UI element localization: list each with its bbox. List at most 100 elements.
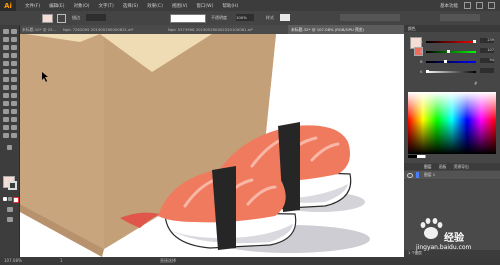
lasso-icon[interactable] (11, 37, 17, 42)
g-slider[interactable] (426, 50, 476, 53)
scale-icon[interactable] (11, 77, 17, 82)
magic-wand-icon[interactable] (3, 37, 9, 42)
curvature-icon[interactable] (11, 45, 17, 50)
pencil-icon[interactable] (3, 69, 9, 74)
g-value[interactable]: 107 (480, 48, 494, 53)
doc-tab[interactable]: Npic 5373998 201905290002520100081.ai* (165, 25, 291, 34)
tab-artboards[interactable]: 画板 (439, 164, 447, 169)
gradient-icon[interactable] (11, 101, 17, 106)
artboard-canvas[interactable] (20, 34, 404, 257)
line-tool-icon[interactable] (11, 53, 17, 58)
menu-file[interactable]: 文件(F) (25, 3, 40, 9)
type-tool-icon[interactable] (3, 53, 9, 58)
r-slider[interactable] (426, 40, 476, 43)
shape-builder-icon[interactable] (3, 93, 9, 98)
stroke-label: 描边 (72, 15, 80, 20)
stroke-swatch[interactable] (57, 14, 66, 23)
perspective-icon[interactable] (11, 93, 17, 98)
close-icon[interactable] (488, 2, 495, 9)
stroke-weight-field[interactable] (86, 14, 106, 21)
layers-panel-header: 图层 画板 资源导出 (404, 163, 500, 170)
status-bar: 107.08% 1 直接选择 (0, 257, 500, 265)
app-logo: Ai (0, 0, 16, 11)
transform-button[interactable] (440, 14, 480, 21)
menu-effect[interactable]: 效果(C) (147, 3, 163, 9)
k-slider[interactable] (426, 70, 476, 73)
menu-window[interactable]: 窗口(W) (196, 3, 213, 9)
paintbrush-icon[interactable] (11, 61, 17, 66)
visibility-eye-icon[interactable] (407, 173, 413, 178)
brush-definition[interactable] (170, 14, 206, 23)
b-value[interactable]: 94 (480, 58, 494, 63)
color-spectrum[interactable] (408, 92, 496, 154)
screen-mode-icon[interactable] (7, 217, 13, 222)
sushi-artwork (20, 34, 370, 257)
width-tool-icon[interactable] (3, 85, 9, 90)
layer-name[interactable]: 图层 1 (424, 171, 435, 179)
style-swatch[interactable] (280, 14, 290, 21)
current-tool-readout: 直接选择 (160, 258, 176, 263)
opacity-label: 不透明度 (211, 15, 227, 20)
zoom-level[interactable]: 107.08% (4, 257, 22, 265)
doc-tab[interactable]: 未标题-10* @ 25... (19, 25, 63, 34)
layer-row[interactable]: 图层 1 (404, 171, 500, 179)
mesh-icon[interactable] (3, 101, 9, 106)
eyedropper-icon[interactable] (3, 109, 9, 114)
artboard-icon[interactable] (3, 125, 9, 130)
doc-tab[interactable]: Npic 7262095 201905290000831.ai* (60, 25, 168, 34)
menu-select[interactable]: 选择(S) (123, 3, 138, 9)
tab-layers[interactable]: 图层 (424, 164, 432, 169)
minimize-icon[interactable] (464, 2, 471, 9)
hex-label: # (474, 81, 478, 86)
blend-icon[interactable] (11, 109, 17, 114)
slice-icon[interactable] (11, 125, 17, 130)
workspace-switcher[interactable]: 基本功能 (440, 3, 458, 9)
draw-mode-icon[interactable] (7, 207, 13, 212)
hand-icon[interactable] (3, 133, 9, 138)
direct-selection-tool-icon[interactable] (11, 29, 17, 34)
baidu-watermark: 经验 jingyan.baidu.com (413, 209, 499, 257)
edit-toolbar-icon[interactable] (7, 145, 12, 150)
black-white-swatches[interactable] (408, 155, 496, 158)
rotate-icon[interactable] (3, 77, 9, 82)
eraser-icon[interactable] (11, 69, 17, 74)
color-panel-header[interactable]: 颜色 (404, 25, 500, 32)
k-value[interactable] (480, 68, 494, 73)
doc-tab-active[interactable]: 未标题-32* @ 107.08% (RGB/GPU 预览) (288, 25, 408, 34)
pen-tool-icon[interactable] (3, 45, 9, 50)
rectangle-tool-icon[interactable] (3, 61, 9, 66)
slider-label-k: K (420, 69, 423, 74)
gradient-mode-icon[interactable] (8, 197, 12, 201)
slider-label-g: G (420, 49, 423, 54)
menu-help[interactable]: 帮助(H) (222, 3, 238, 9)
control-bar: 描边 不透明度 100% 样式 (0, 11, 500, 29)
layer-color-chip (416, 172, 419, 178)
watermark-brand: 经验 (444, 233, 464, 244)
none-mode-icon[interactable] (13, 197, 19, 203)
align-buttons[interactable] (340, 14, 400, 21)
symbol-sprayer-icon[interactable] (3, 117, 9, 122)
free-transform-icon[interactable] (11, 85, 17, 90)
maximize-icon[interactable] (476, 2, 483, 9)
r-value[interactable]: 239 (480, 38, 494, 43)
stroke-color-icon[interactable] (8, 181, 17, 190)
tab-asset-export[interactable]: 资源导出 (454, 164, 469, 169)
artboard-number[interactable]: 1 (60, 257, 63, 265)
style-label: 样式 (266, 15, 274, 20)
selection-tool-icon[interactable] (3, 29, 9, 34)
menu-object[interactable]: 对象(O) (73, 3, 89, 9)
menu-edit[interactable]: 编辑(E) (49, 3, 64, 9)
fill-swatch[interactable] (42, 14, 53, 23)
tools-panel (0, 25, 20, 257)
watermark-url: jingyan.baidu.com (416, 244, 472, 251)
document-tabs: 未标题-10* @ 25... Npic 7262095 20190529000… (19, 25, 408, 34)
b-slider[interactable] (426, 60, 476, 63)
menu-view[interactable]: 视图(V) (172, 3, 188, 9)
color-mode-icon[interactable] (3, 197, 7, 201)
zoom-icon[interactable] (11, 133, 17, 138)
menu-type[interactable]: 文字(T) (99, 3, 114, 9)
color-panel-title: 颜色 (408, 26, 416, 31)
graph-icon[interactable] (11, 117, 17, 122)
slider-label-r: R (420, 39, 423, 44)
opacity-field[interactable]: 100% (236, 14, 254, 21)
